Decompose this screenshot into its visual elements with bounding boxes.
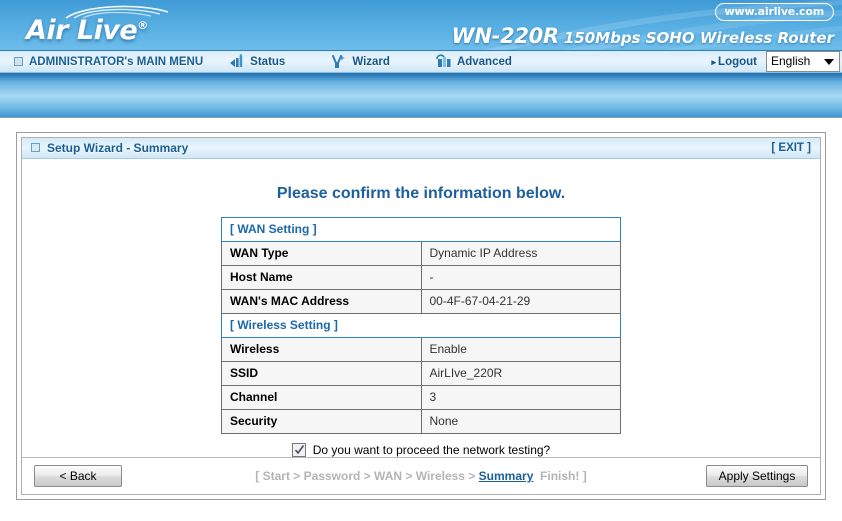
content-spacer (0, 118, 842, 132)
model-number: WN-220R (451, 24, 560, 48)
nav-label-main-menu: ADMINISTRATOR's MAIN MENU (29, 55, 204, 68)
decorative-blue-band (0, 73, 842, 118)
brand-name: Air Live® (26, 15, 148, 46)
network-testing-label: Do you want to proceed the network testi… (312, 442, 551, 457)
step-sep: > (289, 468, 304, 483)
nav-label-status: Status (250, 55, 286, 68)
panel-body: Please confirm the information below. [ … (22, 158, 820, 457)
step-sep: > (360, 468, 375, 483)
network-testing-checkbox[interactable] (291, 442, 306, 457)
steps-prefix: [ (255, 468, 263, 483)
step-wireless: Wireless (415, 468, 465, 483)
table-row: Security None (221, 408, 621, 434)
summary-table: [ WAN Setting ] WAN Type Dynamic IP Addr… (221, 216, 621, 434)
row-label: Wireless (221, 336, 422, 362)
model-info: WN-220R 150Mbps SOHO Wireless Router (452, 24, 835, 48)
footer-content: < Back [ Start > Password > WAN > Wirele… (34, 464, 808, 487)
row-value: - (420, 264, 621, 290)
step-wan: WAN (374, 468, 403, 483)
main-navigation: ADMINISTRATOR's MAIN MENU Status Wizard (0, 50, 842, 73)
step-password: Password (303, 468, 361, 483)
row-value: AirLIve_220R (420, 360, 621, 386)
logout-button[interactable]: ▸ Logout (712, 56, 757, 68)
row-label: Host Name (221, 264, 422, 290)
step-start: Start (262, 468, 290, 483)
page-title: Setup Wizard - Summary (47, 140, 189, 155)
nav-item-administrator-main-menu[interactable]: ADMINISTRATOR's MAIN MENU (0, 51, 203, 72)
section-heading-wan: [ WAN Setting ] (221, 216, 621, 242)
nav-label-advanced: Advanced (456, 55, 512, 68)
table-section-header-row: [ Wireless Setting ] (221, 312, 621, 338)
brand-text: Air Live (26, 15, 138, 46)
row-value: 00-4F-67-04-21-29 (420, 288, 621, 314)
step-summary-current[interactable]: Summary (479, 469, 534, 483)
row-label: SSID (221, 360, 422, 386)
nav-item-advanced[interactable]: Advanced (436, 51, 512, 72)
row-value: Dynamic IP Address (420, 240, 621, 266)
step-sep: > (464, 468, 479, 483)
panel-square-icon (31, 143, 40, 153)
row-label: WAN Type (221, 240, 422, 266)
panel-footer: < Back [ Start > Password > WAN > Wirele… (22, 456, 820, 494)
apply-settings-button[interactable]: Apply Settings (706, 464, 808, 487)
confirm-heading: Please confirm the information below. (276, 184, 566, 202)
row-label: Security (221, 408, 422, 434)
wizard-icon (331, 54, 347, 69)
table-row: WAN Type Dynamic IP Address (221, 240, 621, 266)
header-banner: Air Live® www.airlive.com WN-220R 150Mbps… (0, 0, 842, 50)
row-label: Channel (221, 384, 422, 410)
table-row: SSID AirLIve_220R (221, 360, 621, 386)
nav-item-wizard[interactable]: Wizard (331, 51, 390, 72)
panel-header: Setup Wizard - Summary [ EXIT ] (22, 138, 820, 159)
table-section-header-row: [ WAN Setting ] (221, 216, 621, 242)
registered-mark: ® (137, 19, 148, 32)
nav-right-group: ▸ Logout English (712, 51, 842, 72)
chevron-down-icon (824, 59, 834, 65)
step-sep: > (402, 468, 416, 483)
logout-arrow-icon: ▸ (711, 56, 717, 67)
language-value: English (771, 54, 811, 68)
logout-label: Logout (718, 55, 757, 68)
section-heading-wireless: [ Wireless Setting ] (221, 312, 621, 338)
row-value: Enable (420, 336, 621, 362)
table-row: Wireless Enable (221, 336, 621, 362)
content-panel: Setup Wizard - Summary [ EXIT ] Please c… (16, 132, 826, 500)
airlive-logo: Air Live® (26, 2, 236, 48)
table-row: Host Name - (221, 264, 621, 290)
exit-link[interactable]: [ EXIT ] (771, 142, 811, 154)
status-icon (229, 54, 245, 69)
row-value: 3 (420, 384, 621, 410)
back-button[interactable]: < Back (34, 464, 122, 487)
nav-item-status[interactable]: Status (229, 51, 285, 72)
table-row: WAN's MAC Address 00-4F-67-04-21-29 (221, 288, 621, 314)
wizard-steps-breadcrumb: [ Start > Password > WAN > Wireless > Su… (34, 469, 808, 483)
website-pill[interactable]: www.airlive.com (714, 3, 834, 21)
content-panel-inner: Setup Wizard - Summary [ EXIT ] Please c… (21, 137, 821, 495)
row-label: WAN's MAC Address (221, 288, 422, 314)
model-description: 150Mbps SOHO Wireless Router (563, 29, 834, 47)
menu-square-icon (14, 57, 23, 66)
advanced-icon (436, 54, 452, 69)
nav-label-wizard: Wizard (352, 55, 390, 68)
row-value: None (420, 408, 621, 434)
network-testing-row: Do you want to proceed the network testi… (22, 442, 820, 457)
step-finish: Finish! ] (540, 468, 587, 483)
table-row: Channel 3 (221, 384, 621, 410)
checkmark-icon (294, 444, 304, 455)
language-select[interactable]: English (766, 51, 840, 72)
